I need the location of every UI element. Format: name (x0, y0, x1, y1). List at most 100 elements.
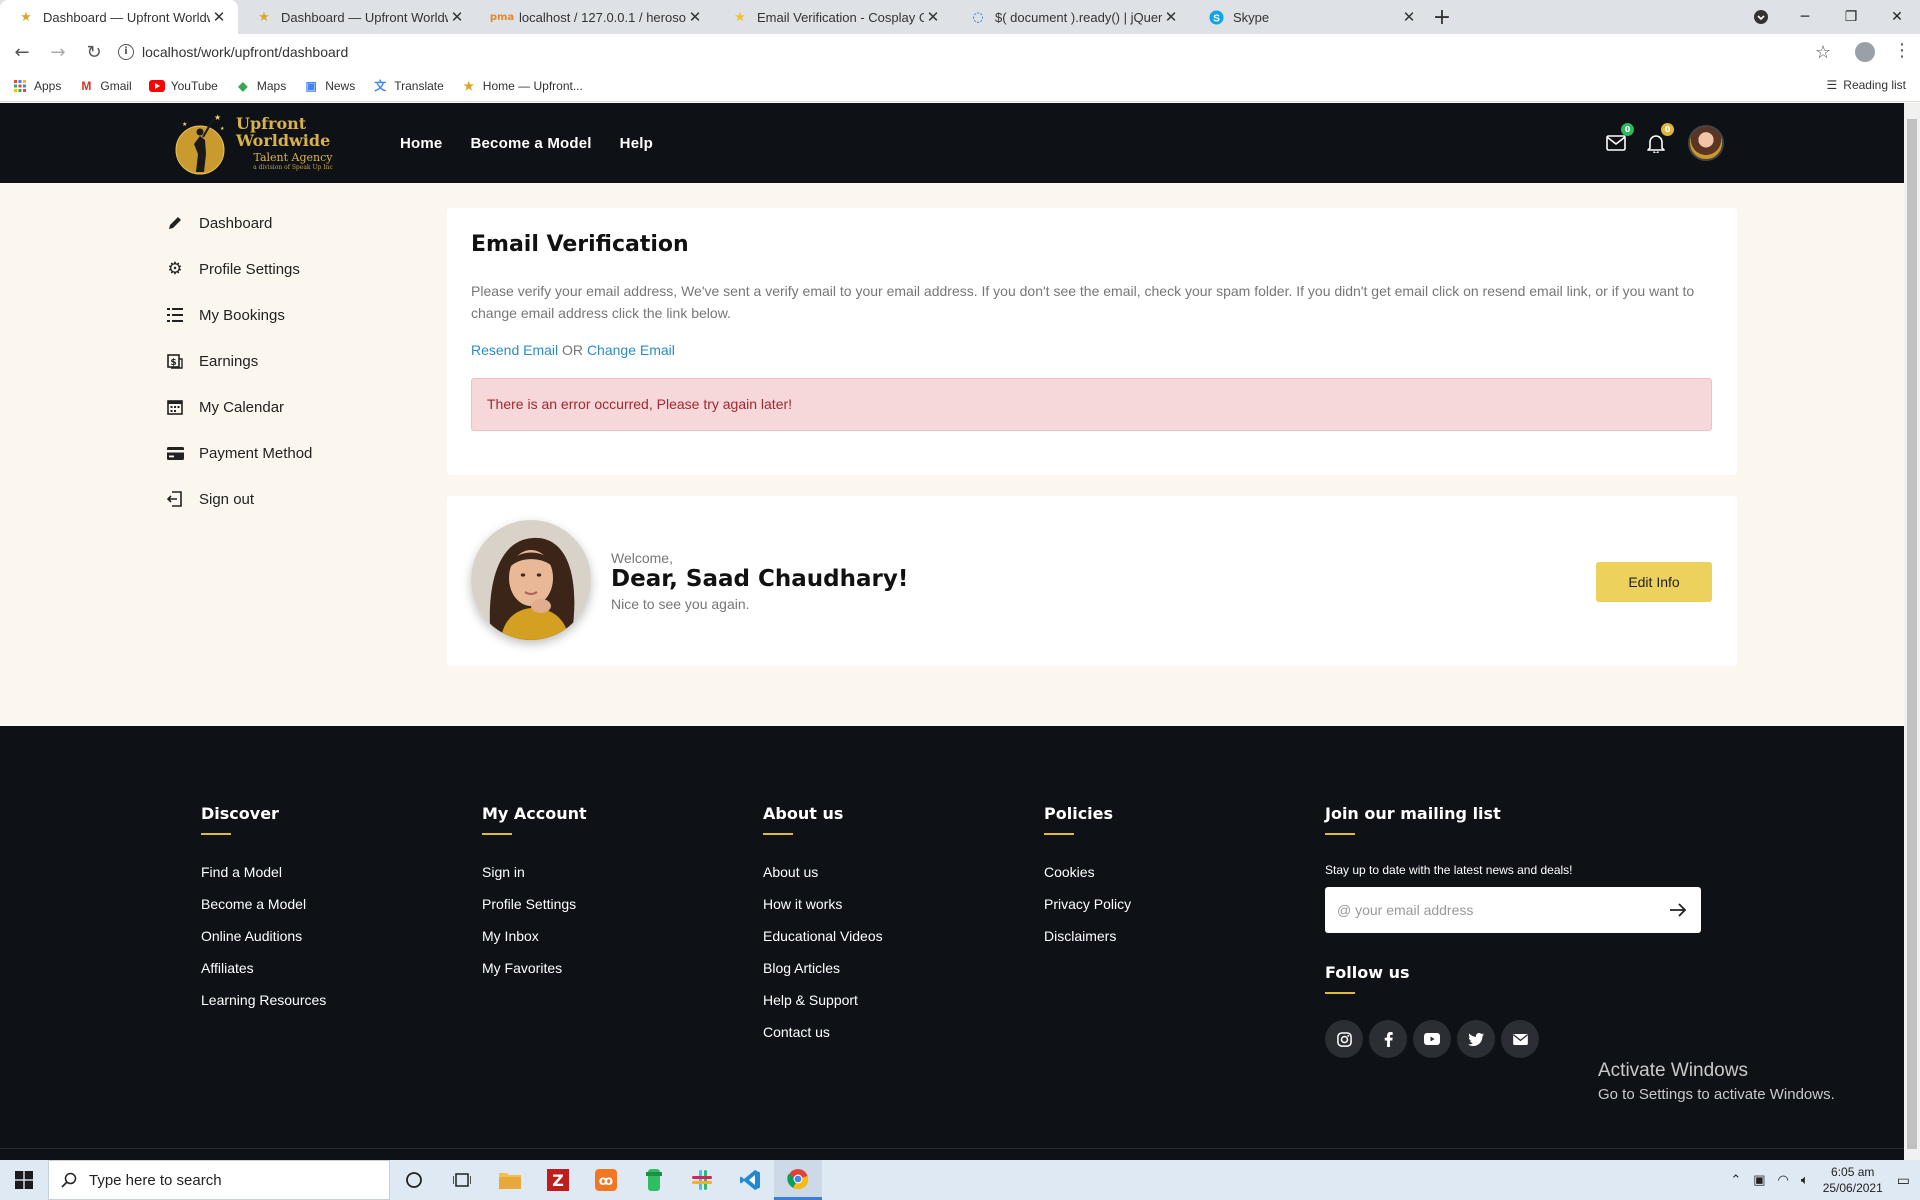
footer-link[interactable]: Disclaimers (1044, 927, 1131, 946)
chevron-up-icon[interactable]: ⌃ (1730, 1172, 1741, 1188)
slack-icon[interactable] (678, 1160, 726, 1200)
footer-link[interactable]: Sign in (482, 863, 587, 882)
sidebar-item-my-calendar[interactable]: My Calendar (166, 384, 396, 430)
close-tab-icon[interactable]: ✕ (210, 8, 228, 26)
profile-photo (471, 520, 591, 640)
close-tab-icon[interactable]: ✕ (1400, 8, 1418, 26)
sidebar-item-payment-method[interactable]: Payment Method (166, 430, 396, 476)
close-tab-icon[interactable]: ✕ (686, 8, 704, 26)
info-icon[interactable]: i (118, 44, 134, 60)
browser-tab[interactable]: ★ Dashboard — Upfront Worldwide ✕ (238, 0, 476, 34)
sidebar-item-dashboard[interactable]: Dashboard (166, 200, 396, 246)
tab-search-icon[interactable] (1738, 0, 1784, 34)
taskbar-clock[interactable]: 6:05 am 25/06/2021 (1823, 1164, 1883, 1196)
footer-link[interactable]: Profile Settings (482, 895, 587, 914)
footer-link[interactable]: Learning Resources (201, 991, 326, 1010)
chrome-icon[interactable] (774, 1160, 822, 1200)
xampp-icon[interactable]: ꝏ (582, 1160, 630, 1200)
user-avatar[interactable] (1688, 125, 1724, 161)
edit-info-button[interactable]: Edit Info (1596, 562, 1712, 602)
footer-link[interactable]: My Inbox (482, 927, 587, 946)
wifi-icon[interactable]: ◠ (1778, 1172, 1789, 1188)
footer-link[interactable]: My Favorites (482, 959, 587, 978)
footer-link[interactable]: Educational Videos (763, 927, 883, 946)
bookmark-news[interactable]: ▣ News (303, 78, 356, 94)
security-icon[interactable]: ▣ (1753, 1172, 1765, 1188)
vscode-icon[interactable] (726, 1160, 774, 1200)
footer-link[interactable]: Contact us (763, 1023, 883, 1042)
newsletter-email-input[interactable]: @ your email address (1325, 887, 1701, 933)
url-field[interactable]: i localhost/work/upfront/dashboard (110, 38, 1830, 66)
sidebar-item-earnings[interactable]: $ Earnings (166, 338, 396, 384)
footer-link[interactable]: Affiliates (201, 959, 326, 978)
gmail-icon: M (81, 78, 92, 93)
menu-kebab-icon[interactable]: ⋮ (1893, 40, 1911, 61)
bookmark-maps[interactable]: ◆ Maps (235, 78, 286, 94)
footer-link[interactable]: About us (763, 863, 883, 882)
scrollbar-thumb[interactable] (1907, 119, 1917, 1149)
bookmark-gmail[interactable]: M Gmail (78, 78, 131, 94)
task-view-icon[interactable] (438, 1160, 486, 1200)
bookmark-star-icon[interactable]: ☆ (1815, 42, 1831, 63)
site-logo[interactable]: ★ ★ ★ Upfront Worldwide Talent Agency a … (170, 109, 350, 179)
footer-link[interactable]: Cookies (1044, 863, 1131, 882)
new-tab-button[interactable]: + (1428, 0, 1456, 34)
verification-links: Resend Email OR Change Email (471, 342, 675, 358)
footer-link[interactable]: Help & Support (763, 991, 883, 1010)
cortana-icon[interactable] (390, 1160, 438, 1200)
footer-link[interactable]: Online Auditions (201, 927, 326, 946)
nav-help[interactable]: Help (620, 135, 653, 152)
facebook-icon[interactable] (1369, 1020, 1407, 1058)
mail-button[interactable]: 0 (1604, 123, 1634, 155)
forward-arrow-icon[interactable]: → (44, 38, 72, 66)
footer-link[interactable]: Blog Articles (763, 959, 883, 978)
windows-start-icon[interactable] (0, 1160, 48, 1200)
minimize-icon[interactable]: ─ (1782, 0, 1828, 34)
change-email-link[interactable]: Change Email (587, 342, 675, 358)
close-tab-icon[interactable]: ✕ (448, 8, 466, 26)
filezilla-icon[interactable]: Z (534, 1160, 582, 1200)
browser-tab[interactable]: ★ Dashboard — Upfront Worldwide ✕ (0, 0, 238, 34)
taskbar-search-input[interactable]: Type here to search (48, 1160, 390, 1200)
nav-become-a-model[interactable]: Become a Model (470, 135, 591, 152)
profile-icon[interactable] (1855, 42, 1875, 62)
browser-tab[interactable]: S Skype ✕ (1190, 0, 1428, 34)
browser-tab[interactable]: pma localhost / 127.0.0.1 / herosols_u ✕ (476, 0, 714, 34)
site-footer: Discover Find a Model Become a Model Onl… (0, 726, 1904, 1160)
bookmark-apps[interactable]: Apps (12, 78, 61, 94)
footer-link[interactable]: Find a Model (201, 863, 326, 882)
notification-center-icon[interactable]: ▭ (1897, 1172, 1910, 1189)
twitter-icon[interactable] (1457, 1020, 1495, 1058)
instagram-icon[interactable] (1325, 1020, 1363, 1058)
back-arrow-icon[interactable]: ← (8, 38, 36, 66)
close-tab-icon[interactable]: ✕ (1162, 8, 1180, 26)
bookmark-home-upfront[interactable]: ★ Home — Upfront... (461, 78, 582, 94)
volume-icon[interactable]: 🔈︎ (1801, 1172, 1809, 1188)
reload-icon[interactable]: ↻ (80, 38, 108, 66)
bookmark-translate[interactable]: 文 Translate (372, 78, 444, 94)
reading-list-button[interactable]: ☰ Reading list (1827, 78, 1906, 92)
youtube-icon[interactable] (1413, 1020, 1451, 1058)
page-scrollbar[interactable] (1904, 103, 1920, 1160)
resend-email-link[interactable]: Resend Email (471, 342, 558, 358)
footer-link[interactable]: Privacy Policy (1044, 895, 1131, 914)
file-explorer-icon[interactable] (486, 1160, 534, 1200)
sidebar-item-my-bookings[interactable]: My Bookings (166, 292, 396, 338)
close-tab-icon[interactable]: ✕ (924, 8, 942, 26)
sidebar-item-sign-out[interactable]: Sign out (166, 476, 396, 522)
browser-tab[interactable]: ★ Email Verification - Cosplay Cosm ✕ (714, 0, 952, 34)
restore-icon[interactable]: ❐ (1828, 0, 1874, 34)
footer-heading: About us (763, 804, 844, 823)
envelope-icon[interactable] (1501, 1020, 1539, 1058)
footer-link[interactable]: How it works (763, 895, 883, 914)
browser-tab[interactable]: ◌ $( document ).ready() | jQuery Le ✕ (952, 0, 1190, 34)
bookmark-youtube[interactable]: YouTube (148, 78, 218, 94)
close-window-icon[interactable]: ✕ (1874, 0, 1920, 34)
url-text: localhost/work/upfront/dashboard (142, 44, 349, 60)
footer-link[interactable]: Become a Model (201, 895, 326, 914)
nav-home[interactable]: Home (400, 135, 442, 152)
evernote-icon[interactable] (630, 1160, 678, 1200)
arrow-right-icon[interactable] (1667, 899, 1689, 921)
sidebar-item-profile-settings[interactable]: ⚙ Profile Settings (166, 246, 396, 292)
notifications-button[interactable]: 0 (1644, 123, 1674, 155)
